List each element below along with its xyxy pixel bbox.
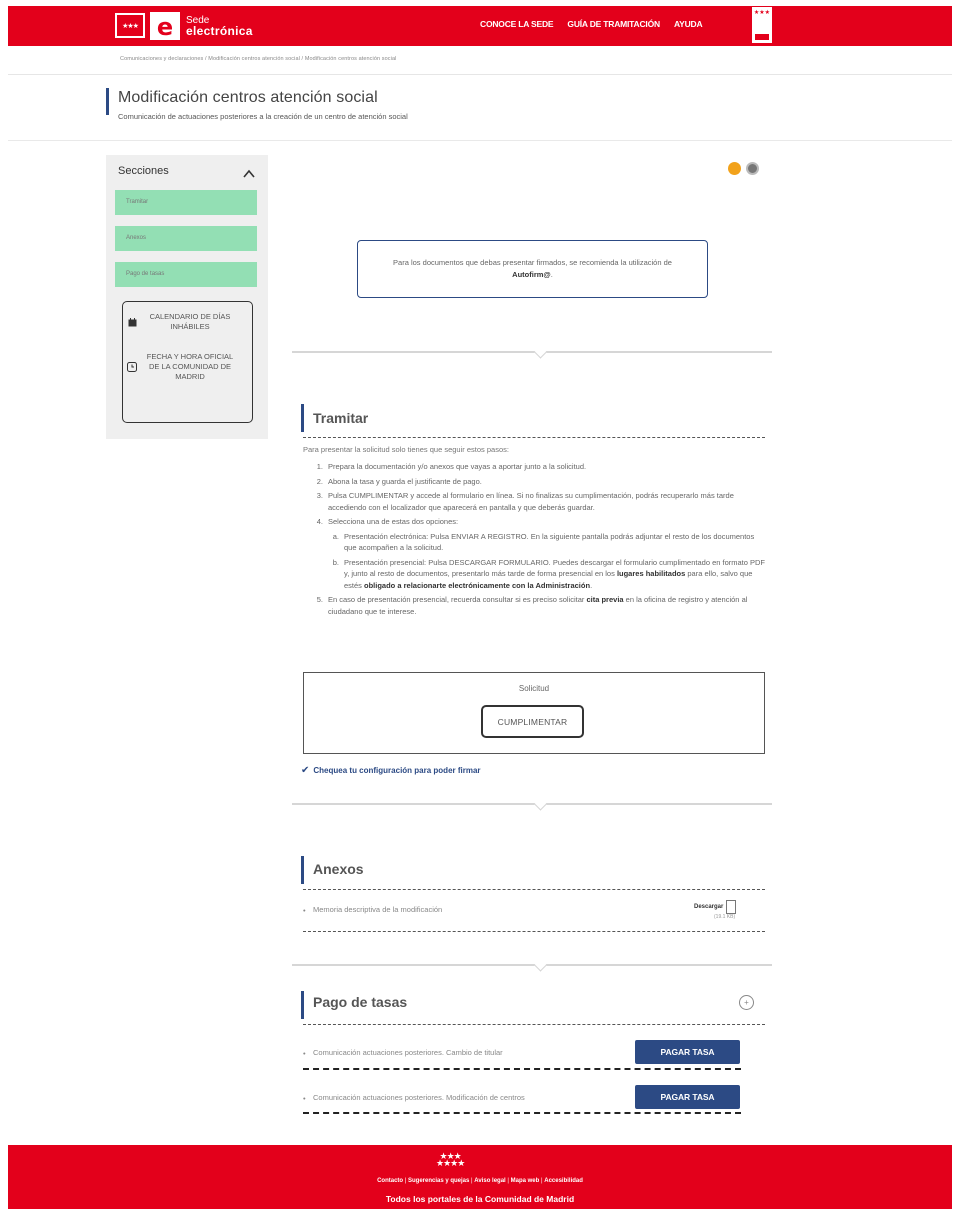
print-icon[interactable] [728, 162, 741, 175]
autofirma-info-text: Para los documentos que debas presentar … [393, 258, 672, 279]
lugares-habilitados-link[interactable]: lugares habilitados [617, 569, 685, 578]
dashed-separator [303, 1112, 741, 1114]
footer-link-aviso-legal[interactable]: Aviso legal [474, 1178, 505, 1184]
anexo-label: Memoria descriptiva de la modificación [313, 905, 443, 914]
dashed-separator [303, 1068, 741, 1070]
page-title: Modificación centros atención social [118, 89, 378, 106]
file-size: (19.1 KB) [714, 914, 736, 920]
check-signature-config-link[interactable]: ✔ Chequea tu configuración para poder fi… [301, 765, 481, 776]
dashed-separator [303, 1024, 765, 1025]
footer-all-portals-link[interactable]: Todos los portales de la Comunidad de Ma… [8, 1194, 952, 1204]
autofirma-info-box: Para los documentos que debas presentar … [357, 240, 708, 298]
bullet-icon: • [303, 906, 306, 915]
step-3: Pulsa CUMPLIMENTAR y accede al formulari… [328, 491, 734, 512]
anexo-row: • Memoria descriptiva de la modificación… [303, 897, 765, 925]
step-5: En caso de presentación presencial, recu… [328, 595, 748, 616]
tramitar-steps: 1. Prepara la documentación y/o anexos qu… [313, 461, 768, 620]
datetime-link-label: FECHA Y HORA OFICIAL DE LA COMUNIDAD DE … [146, 352, 234, 381]
step-4: Selecciona una de estas dos opciones: [328, 517, 459, 526]
footer-link-accesibilidad[interactable]: Accesibilidad [544, 1178, 583, 1184]
document-icon [726, 900, 737, 914]
sede-e-logo-icon[interactable]: e [150, 12, 180, 40]
dashed-separator [303, 931, 765, 932]
section-accent-bar [301, 404, 304, 432]
site-header: ★★★ e Sede electrónica CONOCE LA SEDE GU… [8, 6, 952, 46]
calendar-link[interactable]: CALENDARIO DE DÍAS INHÁBILES [127, 312, 247, 332]
nav-guia-tramitacion[interactable]: GUÍA DE TRAMITACIÓN [567, 19, 660, 29]
expand-toggle-icon[interactable]: + [739, 995, 754, 1010]
comunidad-madrid-badge-icon[interactable]: ★★★ [752, 7, 772, 43]
page-tools [728, 162, 759, 175]
divider [8, 74, 952, 75]
section-divider [292, 351, 772, 353]
footer-links: Contacto | Sugerencias y quejas | Aviso … [377, 1178, 583, 1184]
footer-link-sugerencias[interactable]: Sugerencias y quejas [408, 1178, 469, 1184]
chevron-up-icon[interactable] [243, 168, 255, 180]
divider [8, 140, 952, 141]
sidebar-item-anexos[interactable]: Anexos [115, 226, 257, 251]
dashed-separator [303, 889, 765, 890]
bullet-icon: • [303, 1094, 306, 1103]
nav-conoce-la-sede[interactable]: CONOCE LA SEDE [480, 19, 554, 29]
step-1: Prepara la documentación y/o anexos que … [328, 462, 587, 471]
checkmark-icon: ✔ [301, 765, 310, 776]
section-divider [292, 964, 772, 966]
page-subtitle: Comunicación de actuaciones posteriores … [118, 112, 408, 121]
section-title-anexos: Anexos [313, 861, 364, 877]
tasa-label: Comunicación actuaciones posteriores. Mo… [313, 1093, 525, 1102]
dashed-separator [303, 437, 765, 438]
tramitar-intro: Para presentar la solicitud solo tienes … [303, 445, 509, 454]
section-title-tramitar: Tramitar [313, 410, 369, 426]
title-accent-bar [106, 88, 109, 115]
pagar-tasa-button[interactable]: PAGAR TASA [635, 1085, 740, 1109]
bullet-icon: • [303, 1049, 306, 1058]
sidebar-links-box: CALENDARIO DE DÍAS INHÁBILES FECHA Y HOR… [122, 301, 253, 423]
logo-line-2: electrónica [186, 24, 253, 38]
sections-sidebar: Secciones Tramitar Anexos Pago de tasas … [106, 155, 268, 439]
calendar-icon [127, 317, 137, 327]
solicitud-label: Solicitud [518, 684, 550, 693]
autofirma-link[interactable]: Autofirm@ [512, 270, 551, 279]
obligado-relacionarte-link[interactable]: obligado a relacionarte electrónicamente… [364, 581, 590, 590]
site-footer: ★★★ ★★★★ Contacto | Sugerencias y quejas … [8, 1145, 952, 1209]
section-accent-bar [301, 991, 304, 1019]
footer-link-contacto[interactable]: Contacto [377, 1178, 403, 1184]
share-icon[interactable] [746, 162, 759, 175]
download-anexo-link[interactable]: Descargar (19.1 KB) [694, 900, 737, 920]
pagar-tasa-button[interactable]: PAGAR TASA [635, 1040, 740, 1064]
clock-icon [127, 362, 137, 372]
nav-ayuda[interactable]: AYUDA [674, 19, 703, 29]
sidebar-item-tramitar[interactable]: Tramitar [115, 190, 257, 215]
sidebar-item-pago-de-tasas[interactable]: Pago de tasas [115, 262, 257, 287]
comunidad-madrid-logo[interactable]: ★★★ [115, 13, 145, 38]
step-2: Abona la tasa y guarda el justificante d… [328, 476, 482, 486]
tasa-row: • Comunicación actuaciones posteriores. … [303, 1040, 765, 1066]
breadcrumb[interactable]: Comunicaciones y declaraciones / Modific… [120, 56, 396, 62]
comunidad-madrid-stars-icon: ★★★ ★★★★ [436, 1151, 465, 1168]
cumplimentar-button[interactable]: CUMPLIMENTAR [481, 705, 584, 738]
section-title-pago-de-tasas: Pago de tasas [313, 994, 408, 1010]
official-datetime-link[interactable]: FECHA Y HORA OFICIAL DE LA COMUNIDAD DE … [127, 352, 247, 382]
calendar-link-label: CALENDARIO DE DÍAS INHÁBILES [149, 312, 231, 331]
solicitud-box: Solicitud CUMPLIMENTAR [303, 672, 765, 754]
cita-previa-link[interactable]: cita previa [586, 595, 623, 604]
tasa-label: Comunicación actuaciones posteriores. Ca… [313, 1048, 503, 1057]
check-signature-label: Chequea tu configuración para poder firm… [313, 766, 481, 775]
section-divider [292, 803, 772, 805]
sidebar-heading: Secciones [118, 165, 169, 177]
step-4a: Presentación electrónica: Pulsa ENVIAR A… [344, 531, 755, 553]
download-label: Descargar [694, 904, 724, 910]
step-4b: Presentación presencial: Pulsa DESCARGAR… [344, 557, 766, 590]
sede-logo-text[interactable]: Sede electrónica [186, 15, 253, 37]
section-accent-bar [301, 856, 304, 884]
top-nav: CONOCE LA SEDE GUÍA DE TRAMITACIÓN AYUDA [480, 19, 703, 29]
tasa-row: • Comunicación actuaciones posteriores. … [303, 1085, 765, 1111]
footer-link-mapa-web[interactable]: Mapa web [511, 1178, 540, 1184]
